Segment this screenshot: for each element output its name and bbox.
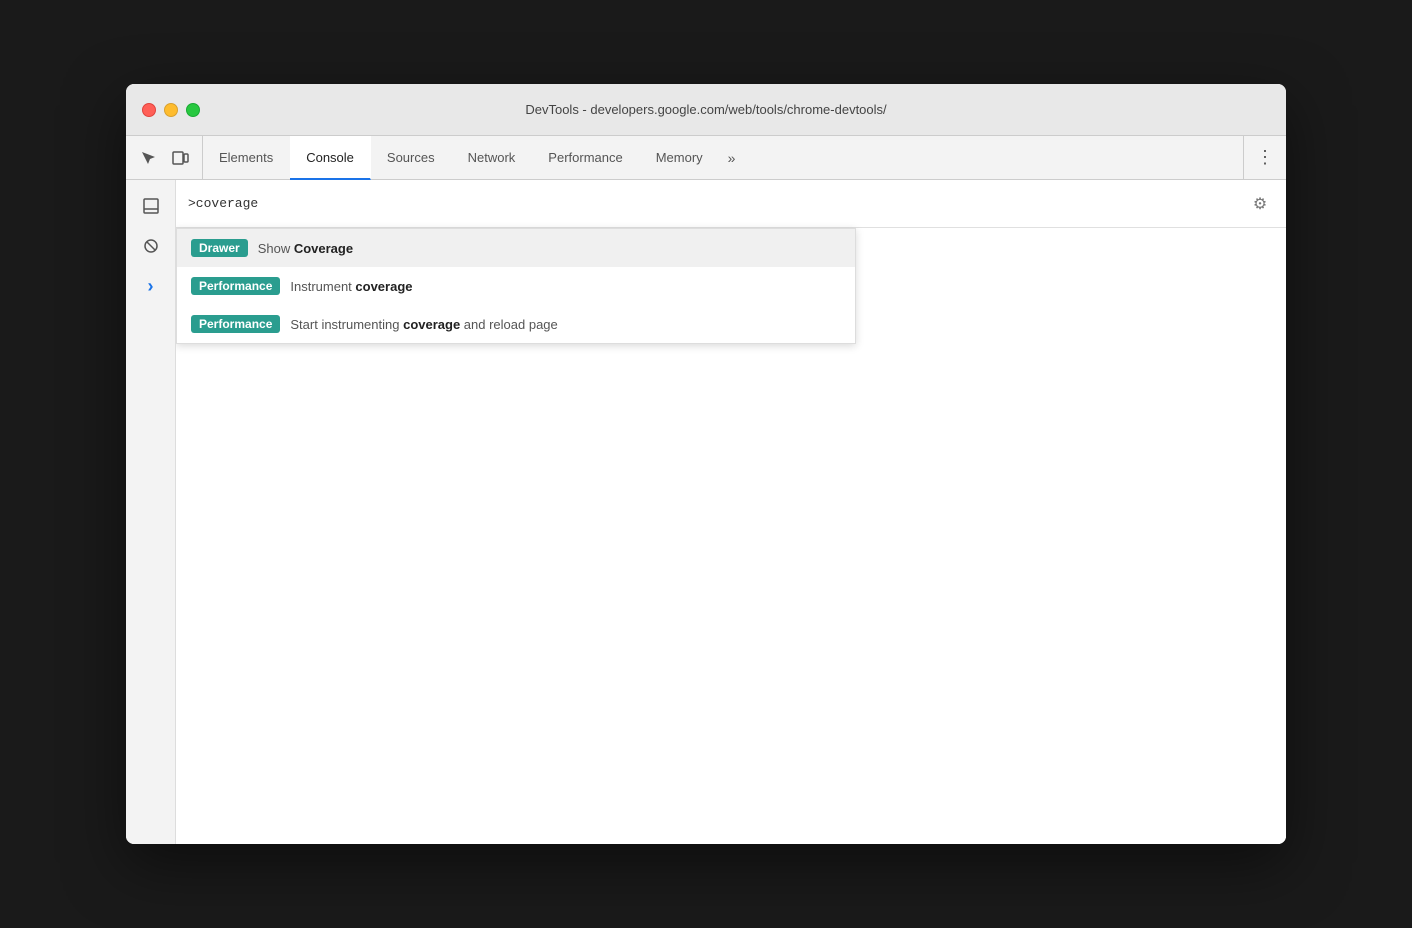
console-input-bar: >coverage ⚙ Drawer Show Coverage P (176, 180, 1286, 228)
autocomplete-text-2: Instrument coverage (290, 279, 412, 294)
autocomplete-text-3: Start instrumenting coverage and reload … (290, 317, 557, 332)
clear-console-icon[interactable] (133, 228, 169, 264)
devtools-window: DevTools - developers.google.com/web/too… (126, 84, 1286, 844)
badge-performance-1: Performance (191, 277, 280, 295)
autocomplete-item-3[interactable]: Performance Start instrumenting coverage… (177, 305, 855, 343)
tab-network[interactable]: Network (452, 136, 533, 179)
maximize-button[interactable] (186, 103, 200, 117)
tab-elements[interactable]: Elements (203, 136, 290, 179)
minimize-button[interactable] (164, 103, 178, 117)
inspect-element-icon[interactable] (134, 144, 162, 172)
badge-performance-2: Performance (191, 315, 280, 333)
tab-memory[interactable]: Memory (640, 136, 720, 179)
traffic-lights (142, 103, 200, 117)
tab-sources[interactable]: Sources (371, 136, 452, 179)
tab-bar-left-icons (126, 136, 203, 179)
drawer-toggle-icon[interactable] (133, 188, 169, 224)
window-title: DevTools - developers.google.com/web/too… (525, 102, 886, 117)
title-bar: DevTools - developers.google.com/web/too… (126, 84, 1286, 136)
autocomplete-text-1: Show Coverage (258, 241, 353, 256)
settings-icon[interactable]: ⚙ (1246, 190, 1274, 218)
badge-drawer: Drawer (191, 239, 248, 257)
device-toolbar-icon[interactable] (166, 144, 194, 172)
expand-sidebar-icon[interactable]: › (133, 268, 169, 304)
autocomplete-item-2[interactable]: Performance Instrument coverage (177, 267, 855, 305)
tab-bar-right: ⋮ (1243, 136, 1286, 179)
autocomplete-dropdown: Drawer Show Coverage Performance Instrum… (176, 228, 856, 344)
close-button[interactable] (142, 103, 156, 117)
tab-console[interactable]: Console (290, 136, 371, 180)
console-input[interactable]: >coverage (188, 196, 1274, 211)
tab-bar: Elements Console Sources Network Perform… (126, 136, 1286, 180)
main-area: › >coverage ⚙ Drawer Show Coverage (126, 180, 1286, 844)
sidebar: › (126, 180, 176, 844)
more-menu-button[interactable]: ⋮ (1252, 143, 1278, 172)
tab-items: Elements Console Sources Network Perform… (203, 136, 1243, 179)
tab-overflow-button[interactable]: » (720, 136, 744, 179)
autocomplete-item-1[interactable]: Drawer Show Coverage (177, 229, 855, 267)
content-area: >coverage ⚙ Drawer Show Coverage P (176, 180, 1286, 844)
tab-performance[interactable]: Performance (532, 136, 639, 179)
